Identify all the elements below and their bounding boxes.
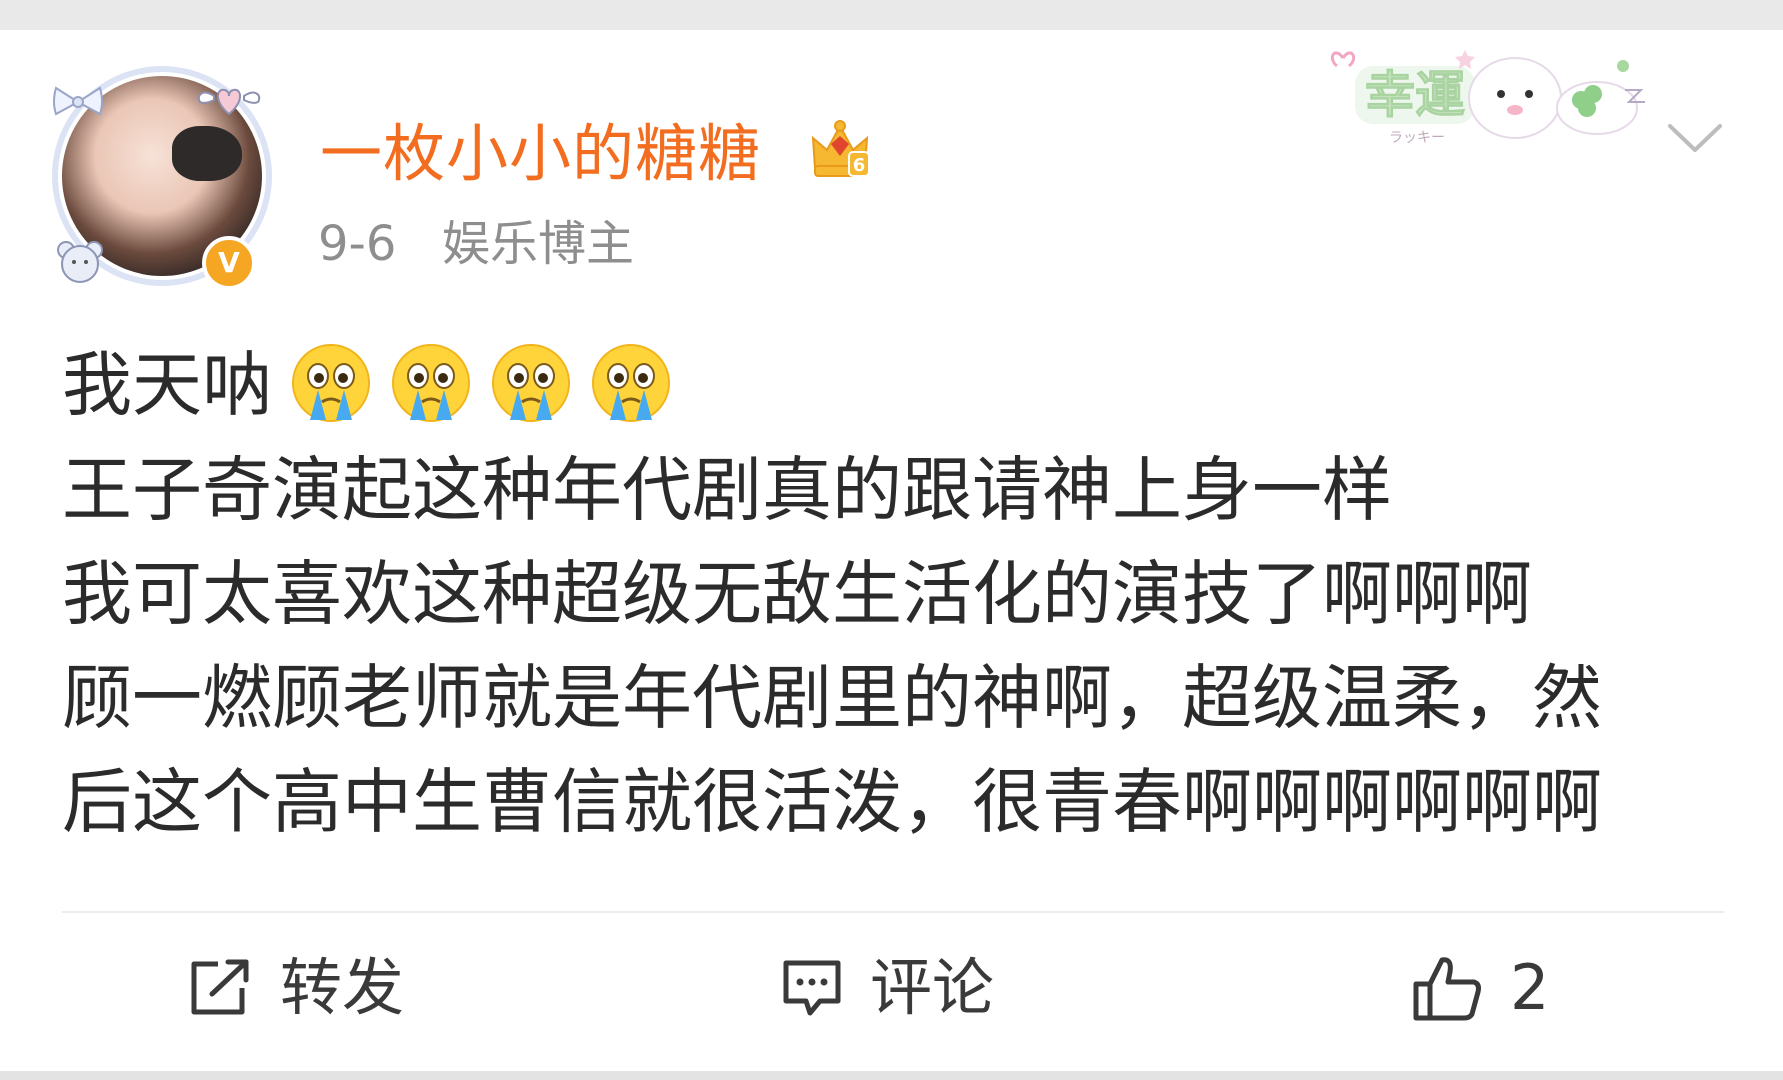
chevron-down-icon[interactable] [1666,118,1724,158]
crying-emoji-icon [492,344,570,422]
avatar[interactable]: V [52,66,272,290]
divider [62,911,1724,913]
lucky-badge-decoration: 幸運 ラッキー [1330,50,1645,146]
like-button[interactable]: 2 [1412,948,1549,1028]
bottom-strip [0,1071,1783,1080]
thumbs-up-icon [1413,957,1481,1021]
lucky-subtext: ラッキー [1389,130,1445,146]
repost-icon [191,959,249,1015]
user-tag: 娱乐博主 [442,216,635,272]
crying-emoji-icon [392,344,470,422]
post-date: 9-6 [318,216,397,272]
post-line-2: 王子奇演起这种年代剧真的跟请神上身一样 [62,449,1392,531]
post-line-5: 后这个高中生曹信就很活泼，很青春啊啊啊啊啊啊 [62,761,1602,843]
crying-emoji-icon [292,344,370,422]
crown-level: 6 [853,155,866,176]
lucky-text: 幸運 [1365,66,1465,124]
comment-icon [783,960,841,1016]
post-line-3: 我可太喜欢这种超级无敌生活化的演技了啊啊啊 [62,553,1532,635]
crown-icon[interactable]: 6 [807,116,873,182]
bow-icon [53,86,103,116]
like-count: 2 [1510,951,1550,1024]
username[interactable]: 一枚小小的糖糖 [320,114,761,194]
top-strip [0,0,1783,30]
bear-icon [57,241,103,283]
repost-button[interactable]: 转发 [188,948,404,1028]
crying-emoji-icon [592,344,670,422]
post-line-4: 顾一燃顾老师就是年代剧里的神啊，超级温柔，然 [62,657,1602,739]
repost-label: 转发 [280,951,405,1024]
verified-badge: V [202,236,256,290]
winged-heart-icon [197,88,261,116]
post-line-1: 我天呐 [62,344,272,426]
comment-label: 评论 [870,951,995,1024]
comment-button[interactable]: 评论 [780,948,994,1028]
